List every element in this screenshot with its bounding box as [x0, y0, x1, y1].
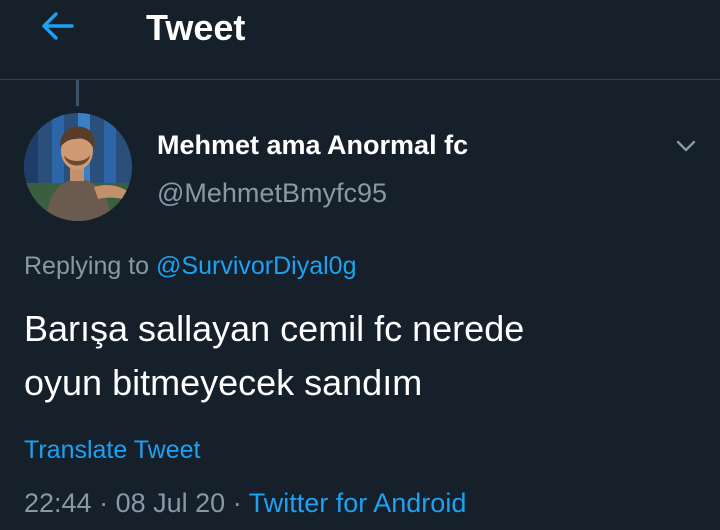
translate-tweet-link[interactable]: Translate Tweet: [24, 434, 200, 466]
replying-to-label: Replying to: [24, 252, 157, 280]
back-button[interactable]: [30, 4, 86, 48]
tweet-text-line: oyun bitmeyecek sandım: [24, 362, 423, 403]
page-title: Tweet: [146, 7, 246, 48]
thread-connector-line: [76, 80, 79, 106]
arrow-left-icon: [42, 12, 74, 40]
tweet-metadata: 22:44 · 08 Jul 20 · Twitter for Android: [24, 486, 466, 520]
replying-to-line: Replying to @SurvivorDiyal0g: [24, 250, 356, 282]
replying-to-mention-link[interactable]: @SurvivorDiyal0g: [156, 252, 356, 280]
author-display-name[interactable]: Mehmet ama Anormal fc: [157, 128, 468, 162]
tweet-date: 08 Jul 20: [115, 488, 226, 518]
author-handle[interactable]: @MehmetBmyfc95: [157, 176, 387, 210]
tweet-text-line: Barışa sallayan cemil fc nerede: [24, 308, 525, 349]
top-app-bar: Tweet: [0, 0, 720, 80]
avatar[interactable]: [24, 113, 132, 221]
avatar-photo: [24, 113, 132, 221]
tweet-source-link[interactable]: Twitter for Android: [249, 488, 467, 518]
chevron-down-icon: [676, 140, 696, 152]
meta-separator: ·: [232, 488, 242, 518]
meta-separator: ·: [99, 488, 109, 518]
tweet-menu-button[interactable]: [668, 128, 704, 164]
tweet-text: Barışa sallayan cemil fc nerede oyun bit…: [24, 302, 694, 410]
tweet-time: 22:44: [24, 488, 92, 518]
tweet-detail-screen: Tweet Mehmet ama Anormal fc @MehmetBmyfc…: [0, 0, 720, 530]
